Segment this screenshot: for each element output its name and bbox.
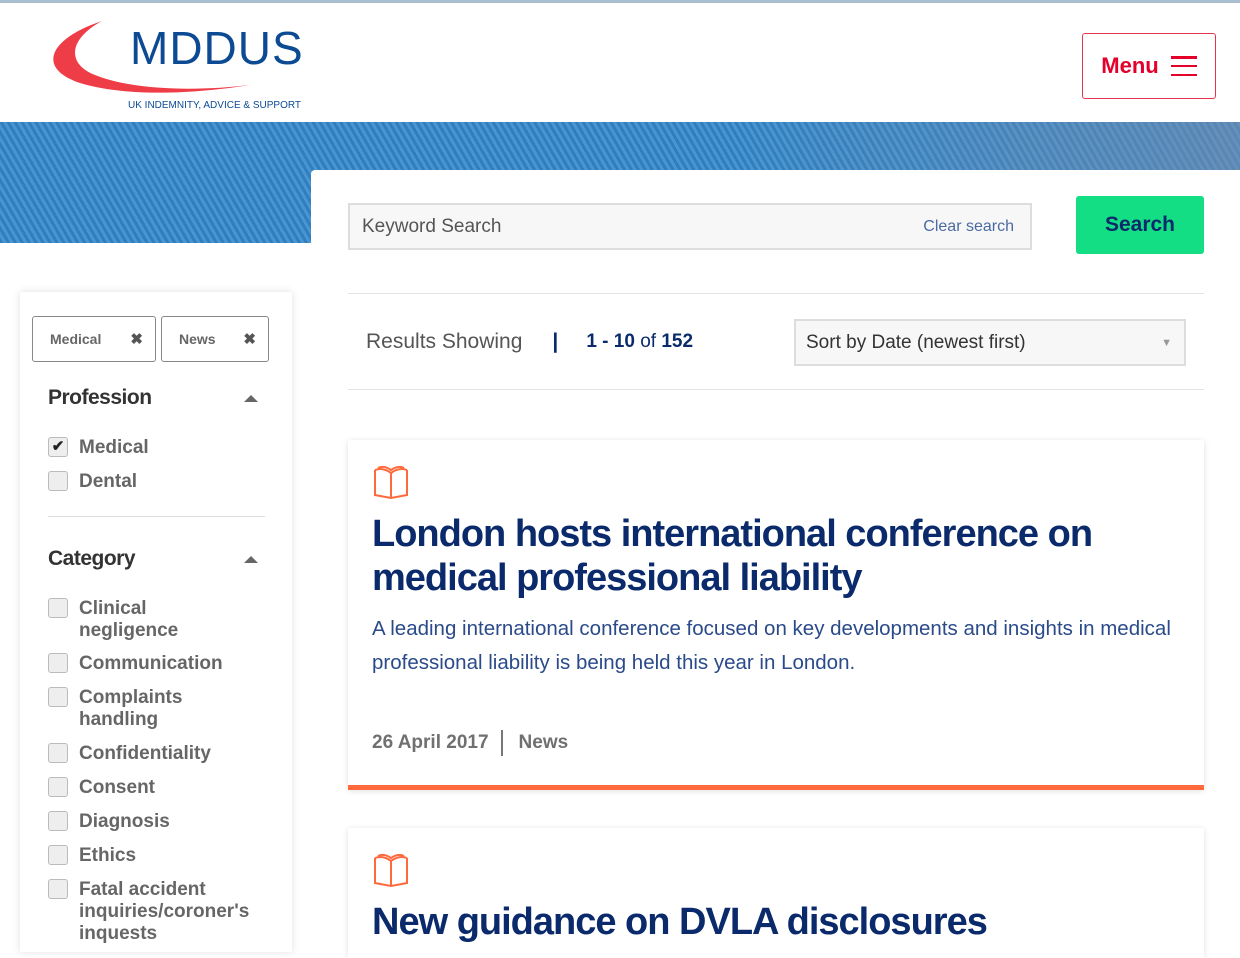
- menu-label: Menu: [1101, 53, 1159, 78]
- option-label: Confidentiality: [79, 743, 211, 764]
- close-icon[interactable]: ✖: [243, 330, 256, 348]
- results-separator: |: [552, 330, 559, 353]
- results-of: of: [640, 331, 657, 352]
- active-filter-chip[interactable]: News ✖: [161, 316, 269, 362]
- article-type: News: [518, 732, 569, 753]
- profession-filter-header[interactable]: Profession: [48, 386, 258, 410]
- filter-option-medical[interactable]: ✔ Medical: [48, 437, 278, 459]
- checkbox[interactable]: [48, 471, 68, 491]
- results-label: Results Showing: [366, 330, 523, 353]
- logo-text: MDDUS: [130, 22, 304, 74]
- checkbox[interactable]: [48, 653, 68, 673]
- checkbox[interactable]: [48, 743, 68, 763]
- hamburger-icon: [1170, 56, 1197, 76]
- site-header: MDDUS UK INDEMNITY, ADVICE & SUPPORT Men…: [0, 3, 1240, 122]
- search-input[interactable]: [362, 215, 862, 238]
- filter-option[interactable]: Diagnosis: [48, 811, 278, 833]
- article-meta: 26 April 2017 News: [372, 730, 568, 756]
- results-summary: Results Showing | 1 - 10 of 152: [366, 330, 693, 354]
- sort-selected: Sort by Date (newest first): [806, 331, 1026, 353]
- caret-down-icon: ▼: [1161, 336, 1172, 349]
- filter-option[interactable]: Ethics: [48, 845, 278, 867]
- filter-title: Category: [48, 547, 136, 570]
- chip-label: News: [179, 331, 216, 347]
- option-label: Diagnosis: [79, 811, 170, 832]
- checkbox[interactable]: [48, 879, 68, 899]
- filter-sidebar: Medical ✖ News ✖ Profession ✔ Medical Denta…: [20, 292, 292, 952]
- checkbox[interactable]: [48, 777, 68, 797]
- menu-button[interactable]: Menu: [1082, 33, 1216, 99]
- option-label: Communication: [79, 653, 223, 674]
- filter-option[interactable]: Communication: [48, 653, 278, 675]
- filter-option[interactable]: Confidentiality: [48, 743, 278, 765]
- divider: [348, 293, 1204, 294]
- article-title[interactable]: London hosts international conference on…: [372, 512, 1172, 600]
- option-label: Dental: [79, 471, 138, 492]
- option-label: Consent: [79, 777, 155, 798]
- checkbox[interactable]: [48, 598, 68, 618]
- option-label: Complaints handling: [79, 687, 183, 730]
- chip-label: Medical: [50, 331, 102, 347]
- filter-option[interactable]: Clinical negligence: [48, 598, 278, 642]
- option-label: Medical: [79, 437, 149, 458]
- collapse-arrow-icon[interactable]: [244, 394, 258, 402]
- checkbox[interactable]: [48, 687, 68, 707]
- search-button[interactable]: Search: [1076, 196, 1204, 254]
- meta-separator: [500, 730, 503, 756]
- filter-option-dental[interactable]: Dental: [48, 471, 278, 493]
- divider: [48, 516, 265, 517]
- checkbox[interactable]: [48, 845, 68, 865]
- option-label: Clinical negligence: [79, 598, 179, 641]
- article-description: A leading international conference focus…: [372, 617, 1171, 674]
- article-card[interactable]: New guidance on DVLA disclosures: [348, 828, 1204, 958]
- results-range: 1 - 10: [586, 331, 635, 352]
- filter-option[interactable]: Complaints handling: [48, 687, 278, 731]
- active-filter-chip[interactable]: Medical ✖: [32, 316, 156, 362]
- book-icon: [374, 853, 408, 888]
- keyword-search-field[interactable]: Clear search: [348, 203, 1032, 250]
- article-date: 26 April 2017: [372, 732, 489, 753]
- divider: [348, 389, 1204, 390]
- collapse-arrow-icon[interactable]: [244, 555, 258, 563]
- article-title[interactable]: New guidance on DVLA disclosures: [372, 900, 1172, 944]
- category-filter-header[interactable]: Category: [48, 547, 258, 571]
- filter-option[interactable]: Fatal accident inquiries/coroner's inque…: [48, 879, 278, 945]
- checkbox[interactable]: [48, 811, 68, 831]
- mddus-logo[interactable]: MDDUS UK INDEMNITY, ADVICE & SUPPORT: [40, 13, 303, 118]
- filter-option[interactable]: Consent: [48, 777, 278, 799]
- close-icon[interactable]: ✖: [130, 330, 143, 348]
- sort-select[interactable]: Sort by Date (newest first) ▼: [794, 319, 1186, 366]
- option-label: Ethics: [79, 845, 137, 866]
- results-total: 152: [661, 331, 694, 352]
- checkbox-checked[interactable]: ✔: [48, 437, 68, 457]
- book-icon: [374, 465, 408, 500]
- option-label: Fatal accident inquiries/coroner's inque…: [79, 879, 250, 944]
- filter-title: Profession: [48, 386, 152, 409]
- logo-tagline: UK INDEMNITY, ADVICE & SUPPORT: [128, 100, 302, 111]
- article-card[interactable]: London hosts international conference on…: [348, 440, 1204, 790]
- clear-search-link[interactable]: Clear search: [923, 218, 1014, 236]
